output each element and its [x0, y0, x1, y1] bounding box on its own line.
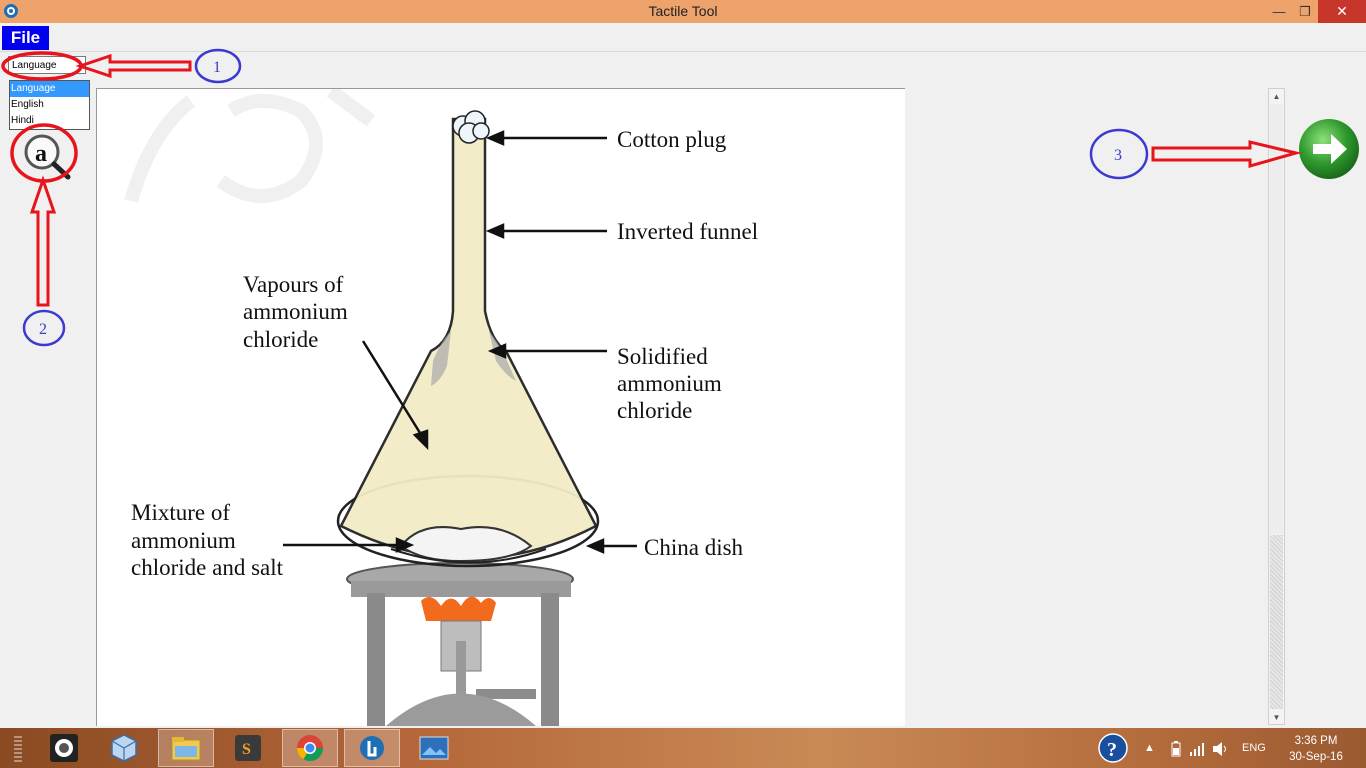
- label-solidified: Solidified: [617, 344, 708, 369]
- speaker-icon[interactable]: [1212, 741, 1230, 757]
- scroll-up-arrow-icon[interactable]: ▲: [1269, 89, 1284, 103]
- taskbar-app-sublime[interactable]: S: [220, 729, 276, 767]
- clock-date: 30-Sep-16: [1289, 751, 1343, 763]
- label-mixture: ammonium: [131, 528, 236, 553]
- taskbar-app-photos[interactable]: [406, 729, 462, 767]
- taskbar-app-box[interactable]: [96, 729, 152, 767]
- label-vapours: Vapours of: [243, 272, 344, 297]
- minimize-button[interactable]: —: [1270, 0, 1288, 23]
- app-icon: [360, 736, 384, 760]
- restore-button[interactable]: ❐: [1296, 0, 1314, 23]
- taskbar-app-camera[interactable]: [36, 729, 92, 767]
- folder-icon: [171, 737, 201, 761]
- file-menu[interactable]: File: [2, 26, 49, 50]
- battery-icon[interactable]: [1170, 741, 1182, 757]
- close-button[interactable]: ✕: [1318, 0, 1366, 23]
- vertical-scrollbar[interactable]: ▲ ▼: [1268, 88, 1285, 725]
- callout-2: 2: [39, 321, 47, 338]
- taskbar-app-chrome[interactable]: [282, 729, 338, 767]
- svg-text:a: a: [35, 141, 47, 167]
- label-mixture: Mixture of: [131, 500, 230, 525]
- scroll-thumb[interactable]: [1270, 535, 1283, 709]
- language-option[interactable]: Hindi: [10, 113, 89, 129]
- taskbar: S ? ▲ ENG: [0, 728, 1366, 768]
- title-bar: Tactile Tool — ❐ ✕: [0, 0, 1366, 23]
- scroll-down-arrow-icon[interactable]: ▼: [1269, 710, 1284, 724]
- diagram: Cotton plug Inverted funnel Vapours of a…: [124, 89, 758, 726]
- language-option[interactable]: English: [10, 97, 89, 113]
- window-title: Tactile Tool: [648, 3, 718, 19]
- taskbar-app-tactile-tool[interactable]: [344, 729, 400, 767]
- label-solidified: ammonium: [617, 371, 722, 396]
- signal-icon[interactable]: [1190, 742, 1206, 756]
- label-china-dish: China dish: [644, 535, 744, 560]
- sublime-icon: S: [235, 735, 261, 761]
- camera-icon: [50, 734, 78, 762]
- language-option[interactable]: Language: [10, 81, 89, 97]
- label-inverted-funnel: Inverted funnel: [617, 219, 758, 244]
- taskbar-app-explorer[interactable]: [158, 729, 214, 767]
- clock-time: 3:36 PM: [1294, 735, 1338, 747]
- language-dropdown-list[interactable]: Language English Hindi: [9, 80, 90, 130]
- magnifier-icon[interactable]: a: [16, 130, 78, 182]
- tripod-stand: [346, 562, 574, 726]
- taskbar-clock[interactable]: 3:36 PM 30-Sep-16: [1280, 733, 1352, 765]
- callout-3: 3: [1114, 147, 1122, 164]
- next-arrow-icon[interactable]: [1297, 117, 1361, 181]
- svg-text:?: ?: [1107, 739, 1117, 761]
- scroll-track[interactable]: [1270, 104, 1283, 534]
- label-solidified: chloride: [617, 398, 692, 423]
- photo-icon: [419, 736, 449, 760]
- help-icon[interactable]: ?: [1097, 732, 1129, 764]
- taskbar-grip: [14, 734, 22, 762]
- svg-text:S: S: [242, 741, 251, 758]
- label-mixture: chloride and salt: [131, 555, 284, 580]
- content-panel: Cotton plug Inverted funnel Vapours of a…: [96, 88, 905, 726]
- cube-icon: [111, 734, 137, 762]
- menu-bar: [0, 23, 1366, 52]
- language-indicator[interactable]: ENG: [1242, 742, 1266, 754]
- callout-1: 1: [213, 59, 221, 76]
- label-cotton-plug: Cotton plug: [617, 127, 727, 152]
- tray-overflow-chevron-icon[interactable]: ▲: [1144, 742, 1155, 754]
- label-vapours: chloride: [243, 327, 318, 352]
- label-vapours: ammonium: [243, 299, 348, 324]
- chrome-icon: [296, 735, 324, 762]
- language-select[interactable]: Language: [8, 56, 86, 74]
